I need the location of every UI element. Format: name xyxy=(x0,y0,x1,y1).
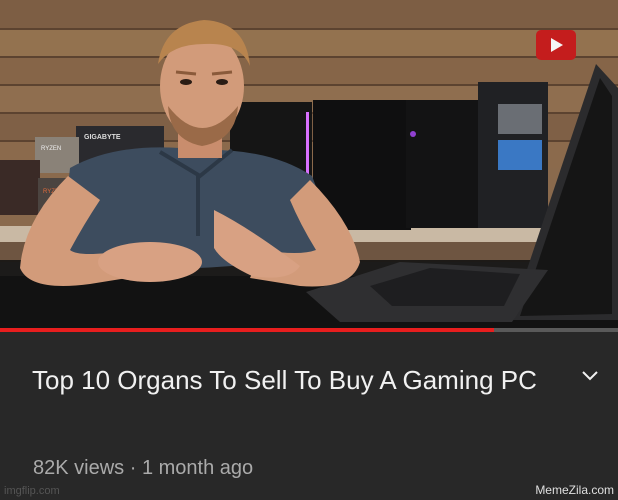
video-title[interactable]: Top 10 Organs To Sell To Buy A Gaming PC xyxy=(32,361,552,399)
box-brand-ryzen: RYZEN xyxy=(41,146,61,152)
watermark-left: imgflip.com xyxy=(4,485,60,497)
video-thumbnail-scene: GIGABYTE RYZEN RYZEN xyxy=(0,0,618,332)
meta-separator: · xyxy=(129,457,137,479)
chevron-down-icon xyxy=(582,371,598,381)
progress-bar[interactable] xyxy=(0,328,618,332)
video-player[interactable]: GIGABYTE RYZEN RYZEN xyxy=(0,0,618,332)
video-info-panel: Top 10 Organs To Sell To Buy A Gaming PC… xyxy=(0,333,618,500)
box-brand-gigabyte: GIGABYTE xyxy=(84,134,121,141)
watermark-right: MemeZila.com xyxy=(535,483,614,497)
progress-bar-played xyxy=(0,328,495,332)
video-metadata: 82K views · 1 month ago xyxy=(33,457,253,480)
expand-description-button[interactable] xyxy=(576,361,604,389)
upload-age: 1 month ago xyxy=(141,457,254,479)
view-count: 82K views xyxy=(33,457,125,479)
